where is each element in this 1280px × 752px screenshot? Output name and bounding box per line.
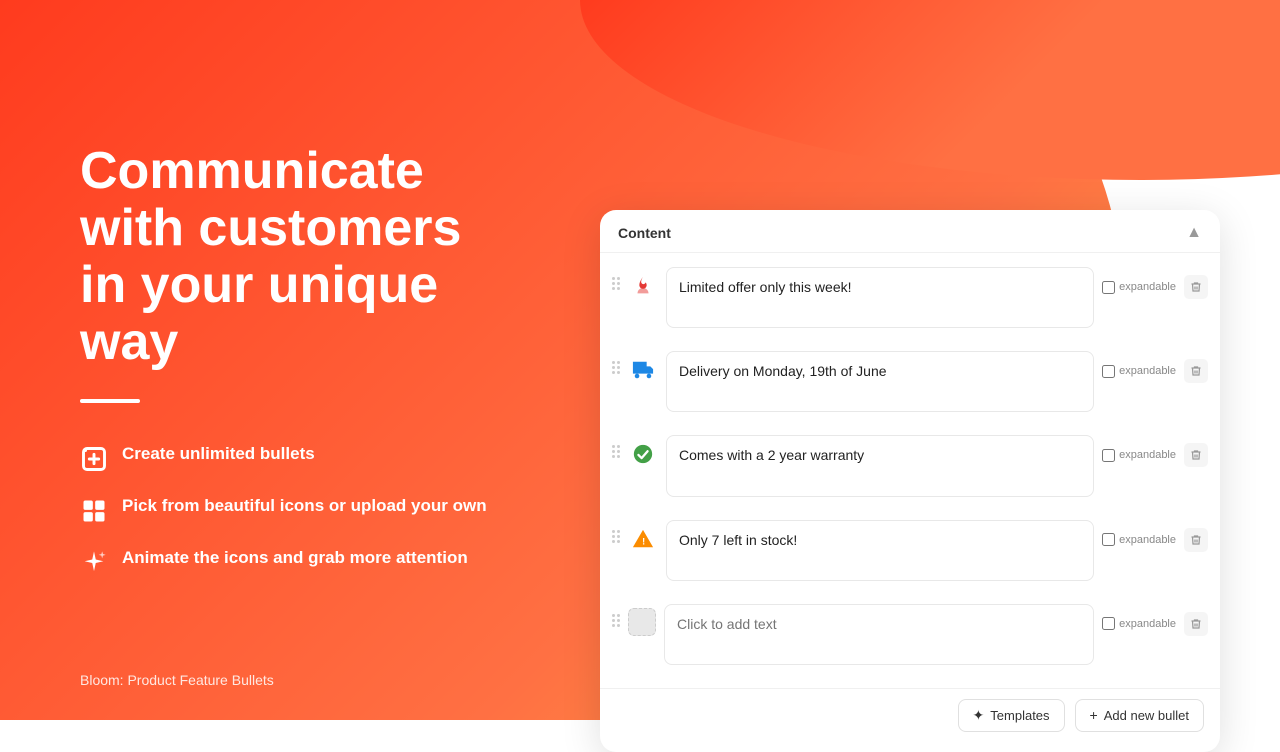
expandable-label: expandable — [1119, 365, 1176, 377]
bullet-controls: expandable — [1102, 351, 1208, 383]
add-label: Add new bullet — [1104, 708, 1189, 723]
bullet-text-wrap: Limited offer only this week! — [666, 267, 1094, 333]
expandable-checkbox[interactable] — [1102, 533, 1115, 546]
expandable-checkbox[interactable] — [1102, 281, 1115, 294]
table-row: Limited offer only this week! expandable — [612, 261, 1208, 339]
bullet-controls: expandable — [1102, 520, 1208, 552]
drag-handle[interactable] — [612, 604, 620, 627]
templates-icon: ✦ — [973, 707, 985, 724]
table-row: ! Only 7 left in stock! expandable — [612, 514, 1208, 592]
bullet-text-wrap: Only 7 left in stock! — [666, 520, 1094, 586]
expandable-label: expandable — [1119, 618, 1176, 630]
templates-label: Templates — [990, 708, 1049, 723]
svg-text:!: ! — [642, 536, 645, 546]
bullet-icon-fire[interactable] — [628, 271, 658, 301]
bullet-icon-warning[interactable]: ! — [628, 524, 658, 554]
bullet-textarea[interactable]: Only 7 left in stock! — [666, 520, 1094, 581]
expandable-check: expandable — [1102, 533, 1176, 546]
bullet-controls: expandable — [1102, 267, 1208, 299]
feature-item-bullets: Create unlimited bullets — [80, 443, 500, 473]
drag-handle[interactable] — [612, 435, 620, 458]
main-title: Communicate with customers in your uniqu… — [80, 143, 500, 372]
bullet-controls: expandable — [1102, 435, 1208, 467]
collapse-icon[interactable]: ▲ — [1186, 224, 1202, 242]
bottom-label: Bloom: Product Feature Bullets — [80, 672, 274, 688]
bullet-rows: Limited offer only this week! expandable — [600, 253, 1220, 684]
delete-button[interactable] — [1184, 612, 1208, 636]
delete-button[interactable] — [1184, 528, 1208, 552]
table-row: Comes with a 2 year warranty expandable — [612, 429, 1208, 507]
expandable-check: expandable — [1102, 617, 1176, 630]
bullet-textarea[interactable]: Limited offer only this week! — [666, 267, 1094, 328]
sparkle-icon — [80, 549, 108, 577]
add-icon: + — [1090, 707, 1098, 723]
expandable-label: expandable — [1119, 449, 1176, 461]
expandable-check: expandable — [1102, 449, 1176, 462]
drag-handle[interactable] — [612, 351, 620, 374]
panel-header: Content ▲ — [600, 210, 1220, 253]
add-new-bullet-button[interactable]: + Add new bullet — [1075, 699, 1204, 732]
bullet-icon-truck[interactable] — [628, 355, 658, 385]
bullet-textarea-placeholder[interactable] — [664, 604, 1094, 665]
expandable-checkbox[interactable] — [1102, 617, 1115, 630]
bullet-textarea[interactable]: Comes with a 2 year warranty — [666, 435, 1094, 496]
panel-footer: ✦ Templates + Add new bullet — [600, 688, 1220, 736]
feature-text-bullets: Create unlimited bullets — [122, 443, 315, 466]
feature-item-animate: Animate the icons and grab more attentio… — [80, 547, 500, 577]
delete-button[interactable] — [1184, 275, 1208, 299]
expandable-checkbox[interactable] — [1102, 365, 1115, 378]
drag-handle[interactable] — [612, 267, 620, 290]
panel-title: Content — [618, 225, 671, 241]
bullet-text-wrap — [664, 604, 1094, 670]
templates-button[interactable]: ✦ Templates — [958, 699, 1065, 732]
bullet-icon-empty[interactable] — [628, 608, 656, 636]
feature-text-icons: Pick from beautiful icons or upload your… — [122, 495, 487, 518]
delete-button[interactable] — [1184, 443, 1208, 467]
bullet-controls: expandable — [1102, 604, 1208, 636]
bullet-textarea[interactable]: Delivery on Monday, 19th of June — [666, 351, 1094, 412]
add-box-icon — [80, 445, 108, 473]
expandable-check: expandable — [1102, 281, 1176, 294]
left-panel: Communicate with customers in your uniqu… — [0, 0, 560, 720]
title-divider — [80, 399, 140, 403]
delete-button[interactable] — [1184, 359, 1208, 383]
feature-list: Create unlimited bullets Pick from beaut… — [80, 443, 500, 577]
bullet-text-wrap: Comes with a 2 year warranty — [666, 435, 1094, 501]
grid-icon — [80, 497, 108, 525]
feature-text-animate: Animate the icons and grab more attentio… — [122, 547, 468, 570]
expandable-label: expandable — [1119, 281, 1176, 293]
expandable-checkbox[interactable] — [1102, 449, 1115, 462]
bullet-icon-check[interactable] — [628, 439, 658, 469]
table-row: expandable — [612, 598, 1208, 676]
expandable-check: expandable — [1102, 365, 1176, 378]
expandable-label: expandable — [1119, 534, 1176, 546]
table-row: Delivery on Monday, 19th of June expanda… — [612, 345, 1208, 423]
bullet-text-wrap: Delivery on Monday, 19th of June — [666, 351, 1094, 417]
feature-item-icons: Pick from beautiful icons or upload your… — [80, 495, 500, 525]
content-panel: Content ▲ Limited offer only this week! — [600, 210, 1220, 752]
drag-handle[interactable] — [612, 520, 620, 543]
